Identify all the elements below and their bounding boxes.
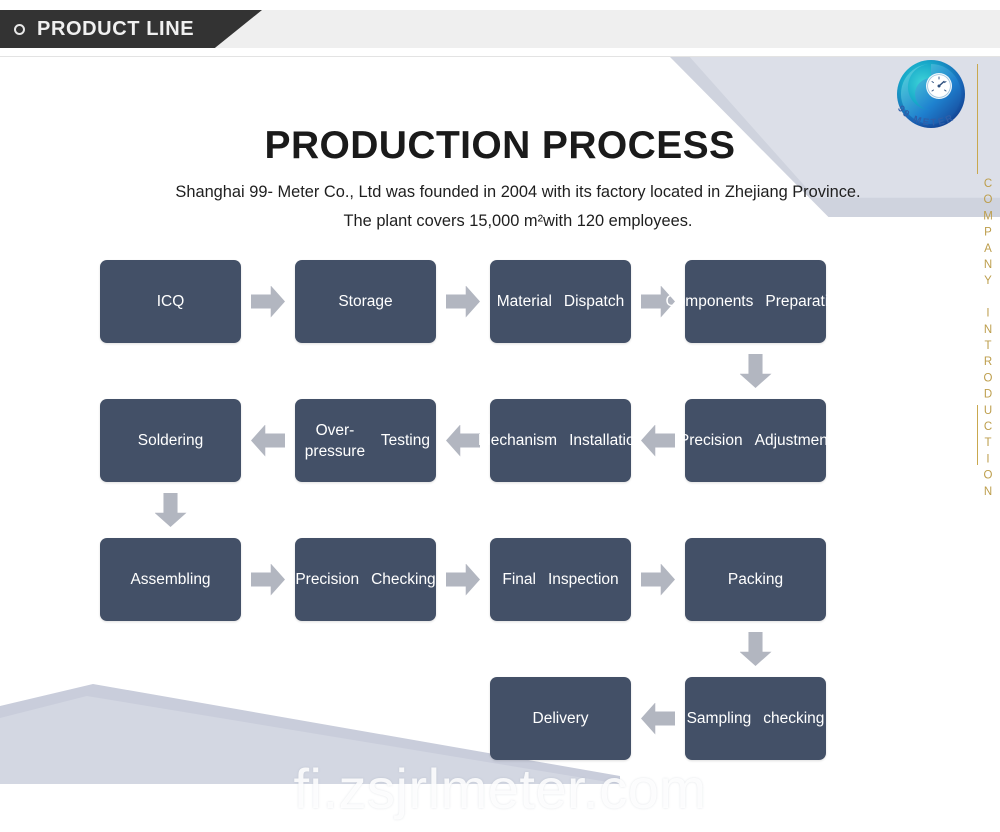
process-step-label: Sampling xyxy=(686,710,752,727)
process-step-label: Components xyxy=(665,293,754,310)
process-step-label: Over-pressure xyxy=(304,421,366,460)
process-step-label: Delivery xyxy=(532,710,589,727)
process-step-box: Storage xyxy=(295,260,436,343)
process-step-box: Mechanism Installation xyxy=(478,399,643,482)
process-step-label: Storage xyxy=(338,293,393,310)
header-divider xyxy=(0,56,1000,57)
process-step-box: Over-pressure Testing xyxy=(295,399,436,482)
arrow-right-icon xyxy=(446,563,480,596)
process-step-label: Packing xyxy=(727,571,784,588)
process-step-label: Preparation xyxy=(765,293,846,310)
process-step-box: Packing xyxy=(685,538,826,621)
page-title: PRODUCTION PROCESS xyxy=(264,124,736,167)
arrow-right-icon xyxy=(446,285,480,318)
arrow-down-icon xyxy=(739,632,772,666)
process-step-label: Precision xyxy=(678,432,743,449)
rail-line-bottom xyxy=(977,405,979,465)
process-step-box: Material Dispatch xyxy=(490,260,631,343)
process-step-box: Sampling checking xyxy=(685,677,826,760)
process-step-label: Testing xyxy=(380,432,430,449)
process-step-label: Dispatch xyxy=(563,293,625,310)
process-step-label: Soldering xyxy=(137,432,204,449)
arrow-down-icon xyxy=(154,493,187,527)
process-step-box: Soldering xyxy=(100,399,241,482)
arrow-down-icon xyxy=(739,354,772,388)
process-step-label: Precision xyxy=(295,571,360,588)
slide-canvas: PRODUCT LINE 99 METER COMPANY INTRODUCTI… xyxy=(0,0,1000,832)
process-step-label: Assembling xyxy=(130,571,211,588)
process-step-box: Final Inspection xyxy=(490,538,631,621)
process-step-label: Material xyxy=(496,293,552,310)
process-step-label: ICQ xyxy=(156,293,185,310)
process-step-label: Installation xyxy=(569,432,644,449)
page-subtitle: Shanghai 99- Meter Co., Ltd was founded … xyxy=(175,183,861,230)
process-step-box: Assembling xyxy=(100,538,241,621)
header-tab-label: PRODUCT LINE xyxy=(37,17,195,40)
arrow-left-icon xyxy=(641,702,675,735)
circle-icon xyxy=(14,23,25,35)
arrow-right-icon xyxy=(251,285,285,318)
process-step-label: Inspection xyxy=(547,571,619,588)
arrow-left-icon xyxy=(251,424,285,457)
process-step-box: Delivery xyxy=(490,677,631,760)
process-step-label: Final xyxy=(502,571,536,588)
process-step-box: Precision Checking xyxy=(295,538,436,621)
process-step-box: Components Preparation xyxy=(665,260,846,343)
process-step-label: Mechanism xyxy=(477,432,558,449)
process-step-label: checking xyxy=(763,710,825,727)
process-step-box: ICQ xyxy=(100,260,241,343)
process-step-box: Precision Adjustment xyxy=(679,399,832,482)
process-step-label: Adjustment xyxy=(754,432,833,449)
process-step-label: Checking xyxy=(371,571,436,588)
arrow-right-icon xyxy=(641,563,675,596)
arrow-right-icon xyxy=(251,563,285,596)
